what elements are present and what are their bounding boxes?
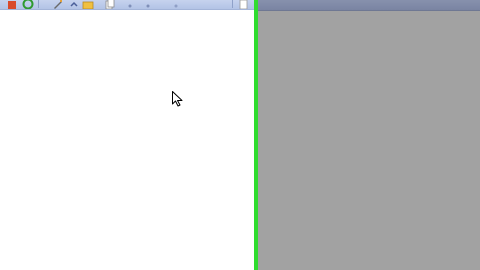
small-icon[interactable] [124,0,136,8]
small-icon[interactable] [142,0,154,8]
folder-icon[interactable] [82,0,94,9]
star-icon[interactable] [170,0,182,8]
home-icon[interactable] [6,0,18,9]
edit-icon[interactable] [52,0,64,9]
toolbar-separator [232,0,233,8]
refresh-icon[interactable] [22,0,34,9]
right-pane[interactable] [258,0,480,270]
copy-icon[interactable] [104,0,116,9]
toolbar [0,0,254,10]
right-pane-header [258,0,480,11]
page-icon[interactable] [238,0,250,9]
toolbar-separator [38,0,39,8]
arrow-icon[interactable] [68,0,80,7]
mouse-cursor-icon [172,91,183,107]
app-window [0,0,480,270]
left-pane[interactable] [0,0,254,270]
